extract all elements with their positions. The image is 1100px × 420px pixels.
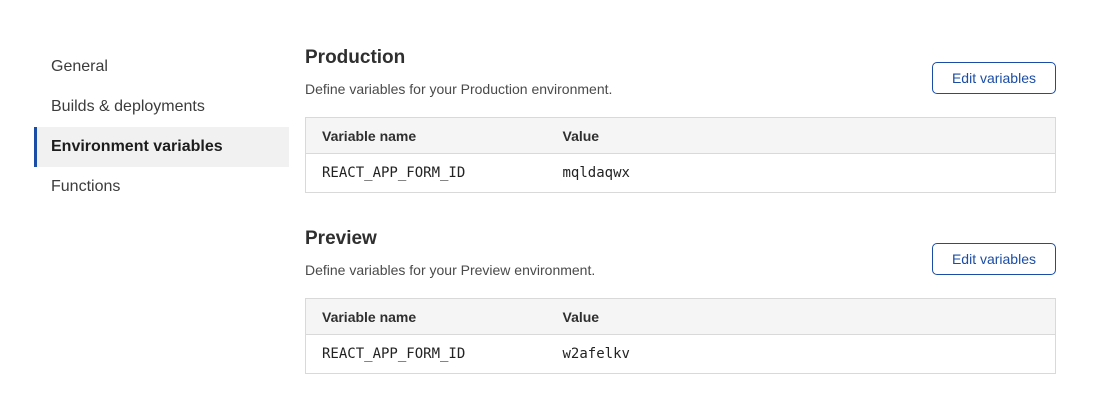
sidebar-item-builds-deployments[interactable]: Builds & deployments xyxy=(34,87,289,127)
table-header-row: Variable name Value xyxy=(306,299,1056,335)
variable-name-column-header: Variable name xyxy=(306,299,547,335)
table-header-row: Variable name Value xyxy=(306,118,1056,154)
variable-name-column-header: Variable name xyxy=(306,118,547,154)
preview-variables-table: Variable name Value REACT_APP_FORM_ID w2… xyxy=(305,298,1056,374)
variable-name-cell: REACT_APP_FORM_ID xyxy=(306,154,547,193)
preview-section: Preview Define variables for your Previe… xyxy=(305,227,1057,374)
table-row: REACT_APP_FORM_ID w2afelkv xyxy=(306,335,1056,374)
preview-edit-variables-button[interactable]: Edit variables xyxy=(932,243,1056,275)
production-variables-table: Variable name Value REACT_APP_FORM_ID mq… xyxy=(305,117,1056,193)
variable-value-cell: mqldaqwx xyxy=(547,154,1056,193)
value-column-header: Value xyxy=(547,118,1056,154)
sidebar-item-general[interactable]: General xyxy=(34,47,289,87)
production-section: Production Define variables for your Pro… xyxy=(305,46,1057,193)
value-column-header: Value xyxy=(547,299,1056,335)
environment-variables-panel: Production Define variables for your Pro… xyxy=(305,46,1057,374)
sidebar-item-environment-variables[interactable]: Environment variables xyxy=(34,127,289,167)
production-edit-variables-button[interactable]: Edit variables xyxy=(932,62,1056,94)
sidebar-item-functions[interactable]: Functions xyxy=(34,167,289,207)
variable-name-cell: REACT_APP_FORM_ID xyxy=(306,335,547,374)
table-row: REACT_APP_FORM_ID mqldaqwx xyxy=(306,154,1056,193)
settings-sidebar: General Builds & deployments Environment… xyxy=(34,47,289,207)
variable-value-cell: w2afelkv xyxy=(547,335,1056,374)
